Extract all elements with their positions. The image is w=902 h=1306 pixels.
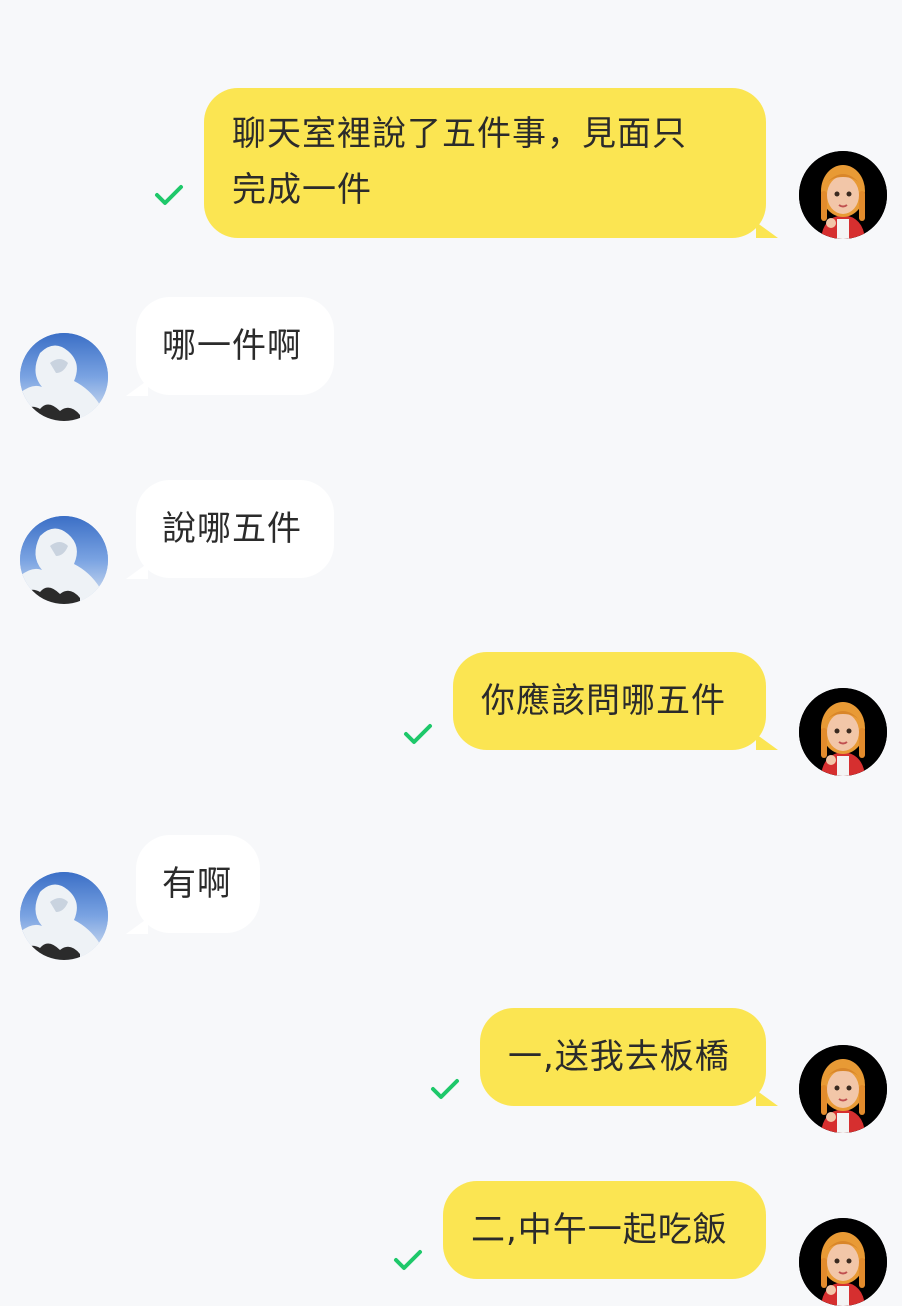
avatar-girl-icon	[799, 688, 887, 776]
message-text: 說哪五件	[162, 509, 302, 549]
message-text: 二,中午一起吃飯	[471, 1210, 728, 1250]
avatar-girl-icon	[799, 151, 887, 239]
check-icon	[155, 185, 183, 205]
message-bubble[interactable]: 二,中午一起吃飯	[443, 1181, 766, 1279]
chat-thread: 聊天室裡說了五件事，見面只 完成一件 哪一件啊 說哪五件 你應該問哪五件 有啊 …	[0, 0, 902, 1306]
message-bubble[interactable]: 有啊	[136, 835, 260, 933]
avatar-girl-icon	[799, 1045, 887, 1133]
avatar-girl-icon	[799, 1218, 887, 1306]
message-bubble[interactable]: 哪一件啊	[136, 297, 334, 395]
user-avatar[interactable]	[799, 1045, 887, 1133]
message-bubble[interactable]: 聊天室裡說了五件事，見面只 完成一件	[204, 88, 766, 238]
avatar-sky-icon	[20, 516, 108, 604]
avatar-sky-icon	[20, 333, 108, 421]
message-bubble[interactable]: 一,送我去板橋	[480, 1008, 766, 1106]
user-avatar[interactable]	[799, 151, 887, 239]
bubble-tail	[756, 222, 778, 238]
user-avatar[interactable]	[799, 688, 887, 776]
contact-avatar[interactable]	[20, 872, 108, 960]
bubble-tail	[756, 734, 778, 750]
message-text-line: 聊天室裡說了五件事，見面只	[232, 114, 687, 154]
message-bubble[interactable]: 說哪五件	[136, 480, 334, 578]
bubble-tail	[756, 1090, 778, 1106]
message-text: 哪一件啊	[162, 326, 302, 366]
message-text-line: 完成一件	[232, 170, 372, 210]
user-avatar[interactable]	[799, 1218, 887, 1306]
contact-avatar[interactable]	[20, 516, 108, 604]
message-text: 你應該問哪五件	[481, 681, 726, 721]
message-text: 一,送我去板橋	[508, 1037, 730, 1077]
check-icon	[431, 1079, 459, 1099]
message-bubble[interactable]: 你應該問哪五件	[453, 652, 766, 750]
contact-avatar[interactable]	[20, 333, 108, 421]
check-icon	[394, 1250, 422, 1270]
check-icon	[404, 724, 432, 744]
avatar-sky-icon	[20, 872, 108, 960]
message-text: 有啊	[162, 864, 232, 904]
